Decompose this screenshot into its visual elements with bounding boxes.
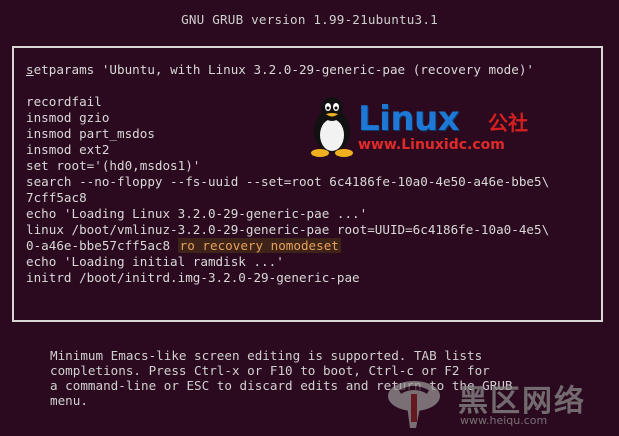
editor-line[interactable]: insmod gzio bbox=[26, 110, 109, 126]
editor-line-setparams[interactable]: setparams 'Ubuntu, with Linux 3.2.0-29-g… bbox=[26, 62, 534, 78]
editor-line[interactable]: echo 'Loading Linux 3.2.0-29-generic-pae… bbox=[26, 206, 367, 222]
text-cursor: s bbox=[26, 62, 34, 77]
boot-entry-editor[interactable]: setparams 'Ubuntu, with Linux 3.2.0-29-g… bbox=[12, 46, 603, 322]
highlighted-kernel-params: ro recovery nomodeset bbox=[177, 238, 341, 253]
heiqu-logo-icon bbox=[388, 381, 440, 428]
editor-line[interactable]: set root='(hd0,msdos1)' bbox=[26, 158, 200, 174]
logo-url-text: www.Linuxidc.com bbox=[358, 137, 505, 153]
editor-line[interactable]: linux /boot/vmlinuz-3.2.0-29-generic-pae… bbox=[26, 222, 549, 238]
linuxidc-logo: Linux 公社 www.Linuxidc.com bbox=[306, 95, 546, 165]
logo-linux-text: Linux bbox=[358, 99, 460, 139]
heiqu-url-text: www.heiqu.com bbox=[460, 414, 548, 427]
editor-line[interactable]: 7cff5ac8 bbox=[26, 190, 87, 206]
logo-cn-text: 公社 bbox=[488, 111, 528, 135]
editor-line[interactable]: insmod part_msdos bbox=[26, 126, 155, 142]
editor-line[interactable]: insmod ext2 bbox=[26, 142, 109, 158]
heiqu-watermark: 黑区网络 www.heiqu.com bbox=[386, 376, 616, 432]
grub-title: GNU GRUB version 1.99-21ubuntu3.1 bbox=[181, 12, 438, 27]
editor-line[interactable]: recordfail bbox=[26, 94, 102, 110]
editor-line[interactable]: search --no-floppy --fs-uuid --set=root … bbox=[26, 174, 549, 190]
editor-line[interactable]: initrd /boot/initrd.img-3.2.0-29-generic… bbox=[26, 270, 360, 286]
penguin-icon bbox=[311, 97, 353, 157]
editor-line-linux-cont[interactable]: 0-a46e-bbe57cff5ac8 ro recovery nomodese… bbox=[26, 238, 341, 254]
editor-line[interactable]: echo 'Loading initial ramdisk ...' bbox=[26, 254, 284, 270]
